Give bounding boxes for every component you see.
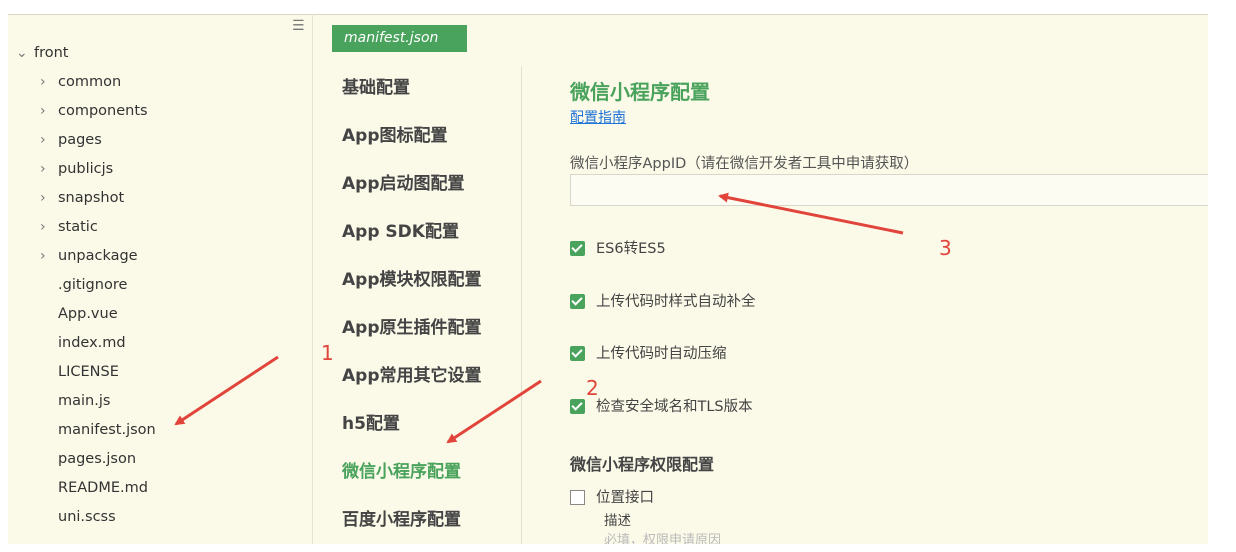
tree-item-pages-json[interactable]: pages.json bbox=[58, 448, 136, 470]
chevron-right-icon[interactable]: › bbox=[40, 100, 46, 122]
checkbox-unchecked-icon[interactable] bbox=[570, 490, 585, 505]
description-label: 描述 bbox=[604, 513, 631, 529]
nav-app-sdk-config[interactable]: App SDK配置 bbox=[342, 219, 459, 245]
nav-app-native-plugins[interactable]: App原生插件配置 bbox=[342, 315, 482, 341]
section-title: 微信小程序配置 bbox=[570, 80, 710, 104]
chevron-right-icon[interactable]: › bbox=[40, 129, 46, 151]
annotation-number-3: 3 bbox=[939, 236, 952, 260]
tree-item-unpackage[interactable]: unpackage bbox=[58, 245, 138, 267]
chevron-right-icon[interactable]: › bbox=[40, 158, 46, 180]
tree-item-license[interactable]: LICENSE bbox=[58, 361, 119, 383]
file-tree: ☰ ⌄ front › common › components › pages … bbox=[8, 14, 310, 544]
tree-item-manifest-json[interactable]: manifest.json bbox=[58, 419, 156, 441]
checkbox-label: ES6转ES5 bbox=[596, 241, 666, 257]
tree-item-uni-scss[interactable]: uni.scss bbox=[58, 506, 116, 528]
annotation-number-2: 2 bbox=[586, 376, 599, 400]
nav-wechat-miniprogram-config[interactable]: 微信小程序配置 bbox=[342, 459, 461, 485]
description-hint: 必填，权限申请原因 bbox=[604, 533, 722, 544]
permissions-title: 微信小程序权限配置 bbox=[570, 455, 715, 474]
nav-app-other-settings[interactable]: App常用其它设置 bbox=[342, 363, 482, 389]
checkbox-label: 检查安全域名和TLS版本 bbox=[596, 399, 753, 415]
tree-root-folder[interactable]: front bbox=[34, 42, 69, 64]
tree-item-static[interactable]: static bbox=[58, 216, 98, 238]
annotation-number-1: 1 bbox=[321, 341, 334, 365]
hamburger-icon[interactable]: ☰ bbox=[292, 19, 305, 33]
config-guide-link[interactable]: 配置指南 bbox=[570, 108, 626, 128]
checkbox-checked-icon[interactable] bbox=[570, 241, 585, 256]
tree-item-index-md[interactable]: index.md bbox=[58, 332, 126, 354]
checkbox-checked-icon[interactable] bbox=[570, 346, 585, 361]
tree-item-publicjs[interactable]: publicjs bbox=[58, 158, 113, 180]
checkbox-label: 位置接口 bbox=[596, 490, 654, 506]
appid-label: 微信小程序AppID（请在微信开发者工具中申请获取） bbox=[570, 156, 919, 172]
nav-app-icon-config[interactable]: App图标配置 bbox=[342, 123, 448, 149]
nav-baidu-miniprogram-config[interactable]: 百度小程序配置 bbox=[342, 507, 461, 533]
chevron-right-icon[interactable]: › bbox=[40, 71, 46, 93]
checkbox-label: 上传代码时样式自动补全 bbox=[596, 294, 756, 310]
tree-item-common[interactable]: common bbox=[58, 71, 121, 93]
checkbox-checked-icon[interactable] bbox=[570, 294, 585, 309]
editor-window: ☰ ⌄ front › common › components › pages … bbox=[8, 14, 1208, 544]
chevron-right-icon[interactable]: › bbox=[40, 187, 46, 209]
nav-app-splash-config[interactable]: App启动图配置 bbox=[342, 171, 465, 197]
nav-app-module-permissions[interactable]: App模块权限配置 bbox=[342, 267, 482, 293]
tree-item-app-vue[interactable]: App.vue bbox=[58, 303, 118, 325]
tab-manifest-json[interactable]: manifest.json bbox=[332, 25, 467, 52]
appid-input[interactable] bbox=[570, 174, 1208, 206]
tree-item-pages[interactable]: pages bbox=[58, 129, 102, 151]
chevron-down-icon[interactable]: ⌄ bbox=[16, 42, 28, 64]
chevron-right-icon[interactable]: › bbox=[40, 216, 46, 238]
tree-item-components[interactable]: components bbox=[58, 100, 148, 122]
tree-item-main-js[interactable]: main.js bbox=[58, 390, 110, 412]
chevron-right-icon[interactable]: › bbox=[40, 245, 46, 267]
nav-basic-config[interactable]: 基础配置 bbox=[342, 75, 410, 101]
checkbox-label: 上传代码时自动压缩 bbox=[596, 346, 727, 362]
tree-item-gitignore[interactable]: .gitignore bbox=[58, 274, 127, 296]
nav-h5-config[interactable]: h5配置 bbox=[342, 411, 400, 437]
tree-item-readme[interactable]: README.md bbox=[58, 477, 148, 499]
pane-divider[interactable] bbox=[312, 14, 313, 544]
nav-divider bbox=[521, 66, 522, 544]
tree-item-snapshot[interactable]: snapshot bbox=[58, 187, 124, 209]
checkbox-checked-icon[interactable] bbox=[570, 399, 585, 414]
